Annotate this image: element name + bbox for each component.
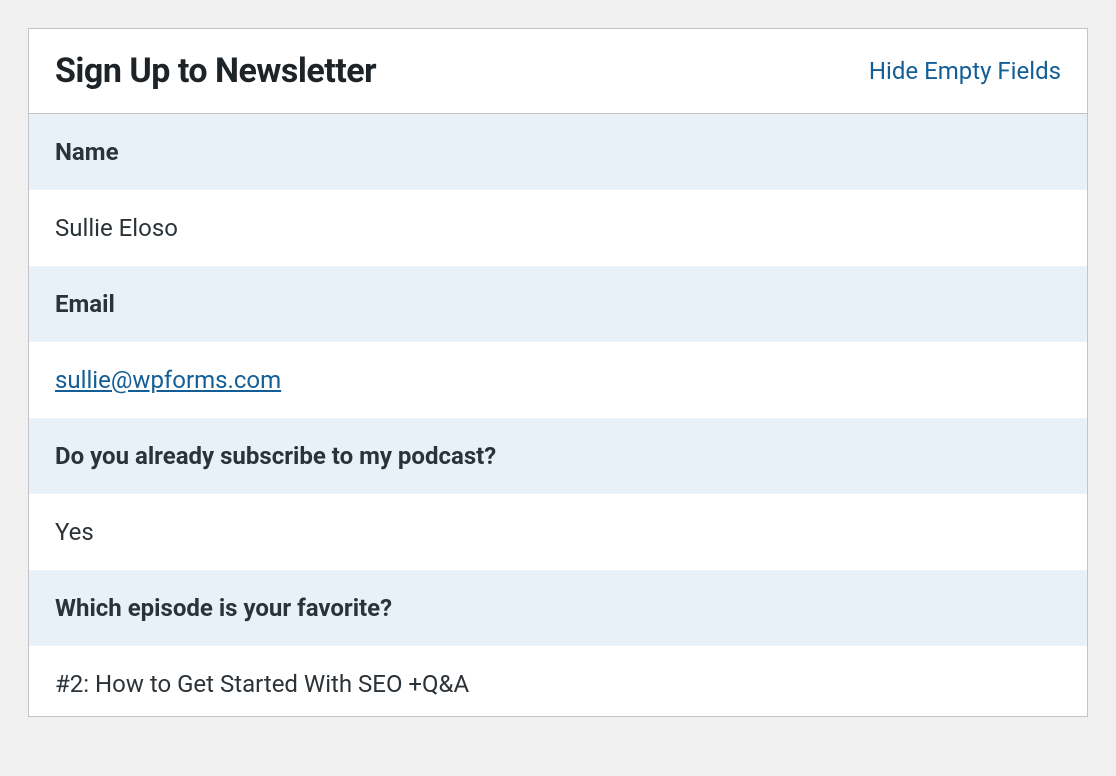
field-value-podcast: Yes xyxy=(29,494,1087,570)
field-value-email: sullie@wpforms.com xyxy=(29,342,1087,418)
panel-header: Sign Up to Newsletter Hide Empty Fields xyxy=(29,29,1087,114)
field-value-episode: #2: How to Get Started With SEO +Q&A xyxy=(29,646,1087,716)
field-value-name: Sullie Eloso xyxy=(29,190,1087,266)
field-label-name: Name xyxy=(29,114,1087,190)
field-label-podcast: Do you already subscribe to my podcast? xyxy=(29,418,1087,494)
email-link[interactable]: sullie@wpforms.com xyxy=(55,366,281,394)
entry-panel: Sign Up to Newsletter Hide Empty Fields … xyxy=(28,28,1088,717)
hide-empty-fields-link[interactable]: Hide Empty Fields xyxy=(869,57,1061,85)
panel-title: Sign Up to Newsletter xyxy=(55,51,376,91)
field-label-episode: Which episode is your favorite? xyxy=(29,570,1087,646)
field-label-email: Email xyxy=(29,266,1087,342)
